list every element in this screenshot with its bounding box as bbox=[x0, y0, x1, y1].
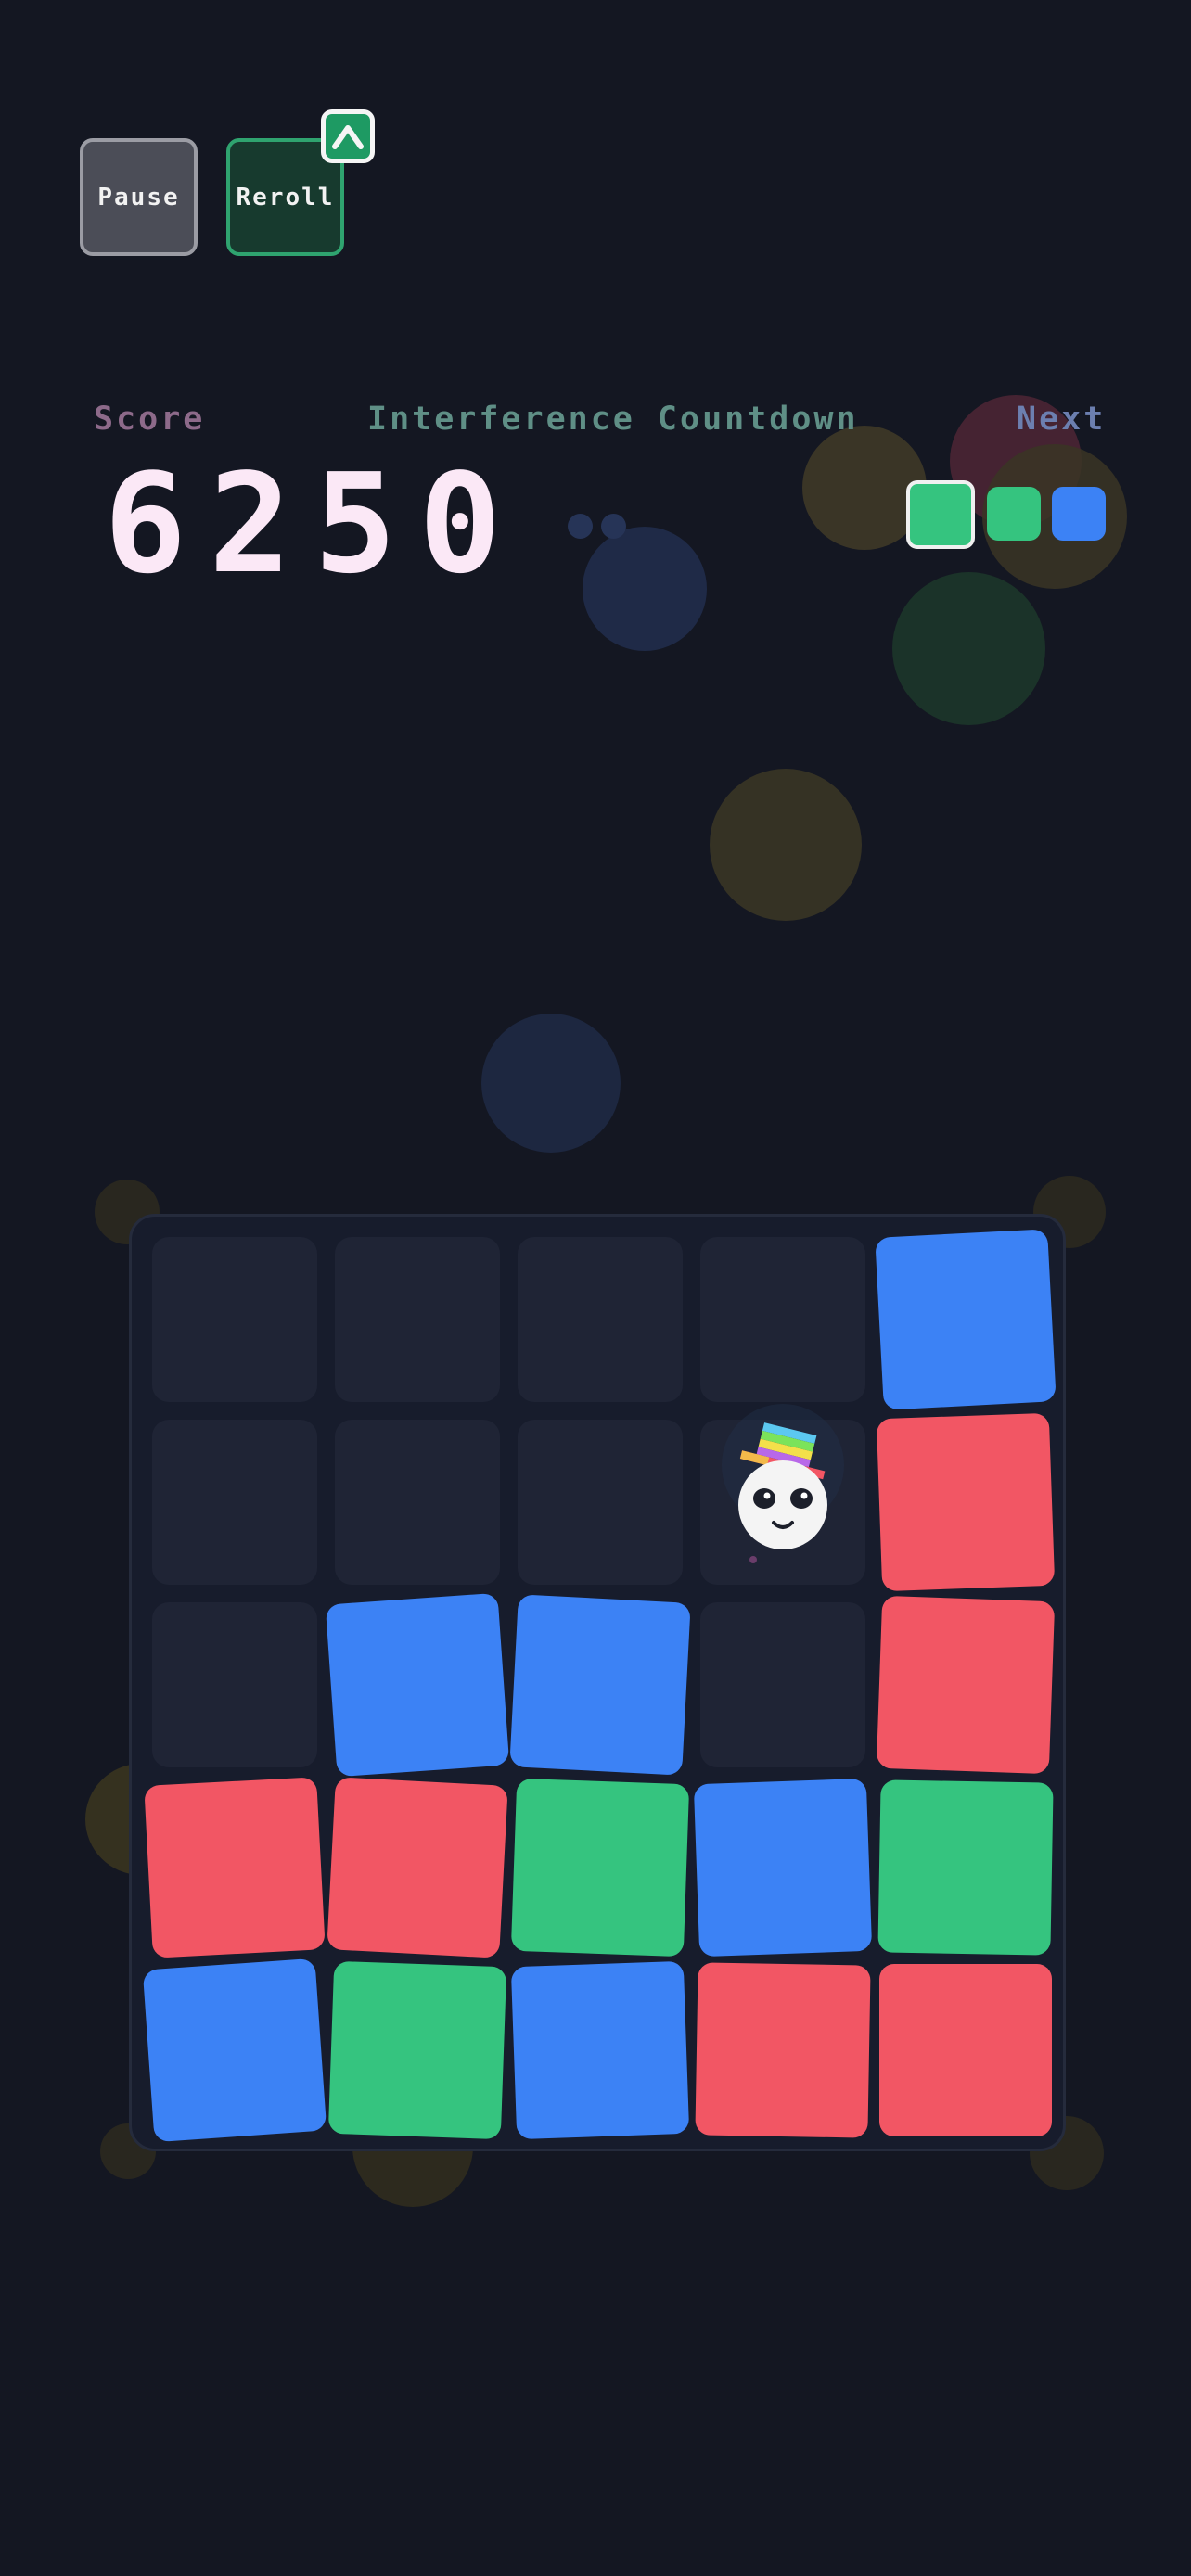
next-piece-green bbox=[987, 487, 1041, 541]
board-tile-red bbox=[876, 1412, 1056, 1592]
board-tile-blue bbox=[510, 1960, 690, 2140]
board-cell-empty bbox=[700, 1602, 865, 1767]
board-tile-green bbox=[877, 1779, 1054, 1956]
board-tile-blue bbox=[509, 1594, 691, 1776]
board-cell-empty bbox=[335, 1420, 500, 1585]
board-cell-empty bbox=[518, 1237, 683, 1402]
board-cell-empty bbox=[335, 1237, 500, 1402]
board-tile-red bbox=[695, 1962, 871, 2138]
background-bubble bbox=[583, 527, 707, 651]
board-tile-blue bbox=[875, 1229, 1057, 1410]
board-tile-red bbox=[144, 1777, 326, 1958]
countdown-dot bbox=[601, 514, 626, 539]
board-tile-blue bbox=[325, 1592, 510, 1778]
next-piece-blue bbox=[1052, 487, 1106, 541]
countdown-dot bbox=[568, 514, 593, 539]
panda-player-icon bbox=[722, 1404, 844, 1563]
board-cell-empty bbox=[518, 1420, 683, 1585]
board-tile-green bbox=[327, 1960, 507, 2140]
background-bubble bbox=[481, 1014, 621, 1153]
board-cell-empty bbox=[152, 1420, 317, 1585]
pause-button[interactable]: Pause bbox=[80, 138, 198, 256]
next-label: Next bbox=[1017, 401, 1107, 438]
score-value: 6250 bbox=[104, 444, 524, 604]
background-bubble bbox=[710, 769, 862, 921]
board-tile-blue bbox=[693, 1778, 873, 1958]
next-piece-green bbox=[906, 480, 975, 549]
game-board[interactable] bbox=[129, 1214, 1066, 2151]
board-tile-green bbox=[510, 1778, 690, 1958]
board-tile-blue bbox=[142, 1958, 327, 2143]
board-tile-red bbox=[876, 1595, 1056, 1775]
board-cell-empty bbox=[700, 1237, 865, 1402]
board-tile-red bbox=[879, 1964, 1052, 2136]
background-bubble bbox=[892, 572, 1045, 725]
interference-countdown-label: Interference Countdown bbox=[367, 401, 859, 438]
board-tile-red bbox=[327, 1777, 508, 1958]
board-cell-empty bbox=[152, 1602, 317, 1767]
reroll-badge-chevron-up-icon bbox=[321, 109, 375, 163]
board-cell-empty bbox=[152, 1237, 317, 1402]
score-label: Score bbox=[94, 401, 206, 438]
